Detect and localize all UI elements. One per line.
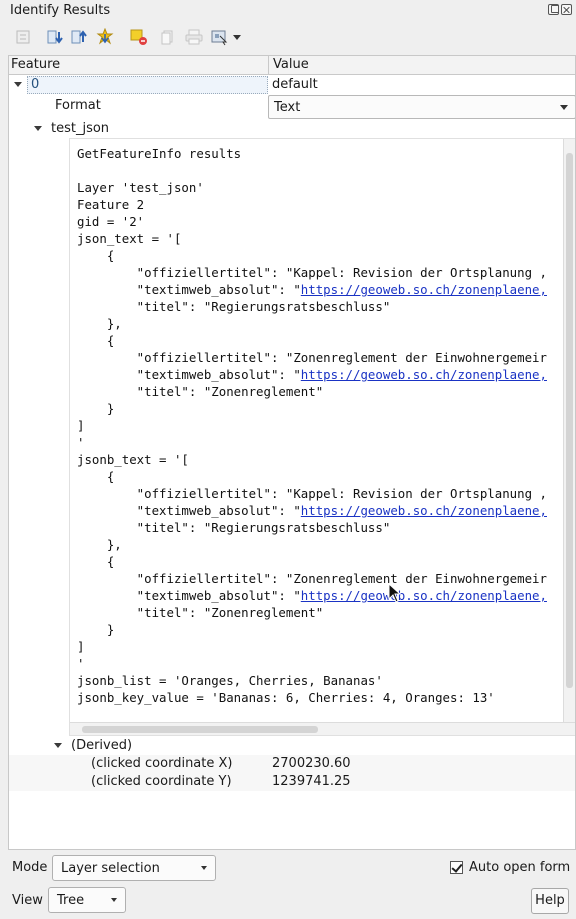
expand-all-icon[interactable] [68, 26, 90, 48]
feature-info-text-view[interactable]: GetFeatureInfo results Layer 'test_json'… [69, 138, 575, 736]
print-icon[interactable] [183, 26, 205, 48]
text-line: ' [77, 656, 85, 671]
select-features-icon[interactable] [210, 26, 244, 48]
text-line: jsonb_list = 'Oranges, Cherries, Bananas… [77, 673, 383, 688]
derived-row[interactable]: (Derived) [9, 737, 575, 755]
clicked-x-value: 2700230.60 [272, 756, 351, 771]
collapse-arrow-icon[interactable] [54, 743, 62, 748]
collapse-all-icon[interactable] [44, 26, 66, 48]
feature-row[interactable]: 0 default [9, 76, 575, 94]
text-line: GetFeatureInfo results [77, 146, 242, 161]
horizontal-scroll-thumb[interactable] [82, 726, 318, 733]
text-line: "offiziellertitel": "Kappel: Revision de… [77, 265, 547, 280]
vertical-scroll-thumb[interactable] [566, 153, 573, 688]
text-line: ] [77, 418, 85, 433]
text-line: "offiziellertitel": "Zonenreglement der … [77, 350, 547, 365]
clicked-y-label: (clicked coordinate Y) [91, 774, 232, 789]
expand-new-results-icon[interactable] [94, 26, 116, 48]
chevron-down-icon [560, 105, 568, 110]
layer-row[interactable]: test_json [9, 120, 575, 138]
view-value: Tree [57, 893, 85, 908]
text-line: { [77, 248, 115, 263]
text-line: } [77, 401, 115, 416]
help-button[interactable]: Help [531, 888, 569, 914]
text-line: "titel": "Regierungsratsbeschluss" [77, 520, 391, 535]
mode-dropdown[interactable]: Layer selection [52, 855, 216, 881]
expand-tree-icon[interactable] [12, 26, 34, 48]
vertical-scrollbar[interactable] [563, 139, 575, 723]
view-dropdown[interactable]: Tree [48, 887, 126, 913]
text-line: "titel": "Zonenreglement" [77, 605, 324, 620]
clicked-x-row[interactable]: (clicked coordinate X) 2700230.60 [9, 755, 575, 773]
text-line: json_text = '[ [77, 231, 182, 246]
feature-info-text: GetFeatureInfo results Layer 'test_json'… [77, 145, 547, 706]
text-line: ' [77, 435, 85, 450]
url-link[interactable]: https://geoweb.so.ch/zonenplaene, [301, 503, 547, 518]
text-line: } [77, 622, 115, 637]
text-line: "textimweb_absolut": "https://geoweb.so.… [77, 503, 547, 518]
feature-value: default [272, 77, 318, 92]
text-line: }, [77, 316, 122, 331]
collapse-arrow-icon[interactable] [14, 82, 22, 87]
format-label: Format [55, 98, 101, 113]
window-title: Identify Results [10, 3, 111, 18]
text-line: "offiziellertitel": "Zonenreglement der … [77, 571, 547, 586]
copy-icon[interactable] [157, 26, 179, 48]
text-line: "titel": "Regierungsratsbeschluss" [77, 299, 391, 314]
clicked-y-value: 1239741.25 [272, 774, 351, 789]
horizontal-scrollbar[interactable] [70, 722, 575, 735]
text-line: ] [77, 639, 85, 654]
title-bar: Identify Results [0, 0, 576, 22]
results-tree[interactable]: Feature Value 0 default Format Text test… [8, 55, 576, 850]
text-line: "titel": "Zonenreglement" [77, 384, 324, 399]
text-line: "textimweb_absolut": "https://geoweb.so.… [77, 367, 547, 382]
text-line: Feature 2 [77, 197, 145, 212]
text-line: "textimweb_absolut": "https://geoweb.so.… [77, 282, 547, 297]
auto-open-form-checkbox[interactable] [450, 861, 463, 874]
value-column-header[interactable]: Value [269, 56, 575, 75]
text-line: { [77, 333, 115, 348]
chevron-down-icon [201, 866, 207, 870]
feature-id: 0 [31, 77, 40, 92]
chevron-down-icon [111, 898, 117, 902]
clicked-x-label: (clicked coordinate X) [91, 756, 233, 771]
text-line: "textimweb_absolut": "https://geoweb.so.… [77, 588, 547, 603]
text-line: }, [77, 537, 122, 552]
mouse-cursor-icon [388, 583, 402, 603]
text-line: jsonb_key_value = 'Bananas: 6, Cherries:… [77, 690, 495, 705]
clicked-y-row[interactable]: (clicked coordinate Y) 1239741.25 [9, 773, 575, 791]
derived-label: (Derived) [71, 738, 133, 753]
feature-id-cell[interactable]: 0 [27, 76, 268, 94]
mode-label: Mode [12, 860, 48, 875]
toolbar [0, 24, 576, 50]
text-line: jsonb_text = '[ [77, 452, 189, 467]
view-label: View [12, 893, 43, 908]
auto-open-form-label[interactable]: Auto open form [469, 860, 570, 875]
collapse-arrow-icon[interactable] [34, 126, 42, 131]
bottom-bar: Mode Layer selection Auto open form View… [0, 850, 576, 919]
url-link[interactable]: https://geoweb.so.ch/zonenplaene, [301, 367, 547, 382]
text-line: "offiziellertitel": "Kappel: Revision de… [77, 486, 547, 501]
feature-column-header[interactable]: Feature [9, 56, 269, 75]
text-line: Layer 'test_json' [77, 180, 204, 195]
url-link[interactable]: https://geoweb.so.ch/zonenplaene, [301, 282, 547, 297]
format-dropdown[interactable]: Text [268, 95, 575, 119]
text-line: gid = '2' [77, 214, 145, 229]
close-panel-icon[interactable] [561, 4, 572, 15]
text-line: { [77, 469, 115, 484]
format-value: Text [274, 100, 301, 115]
mode-value: Layer selection [61, 861, 160, 876]
url-link[interactable]: https://geoweb.so.ch/zonenplaene, [301, 588, 547, 603]
float-panel-icon[interactable] [548, 4, 559, 15]
layer-name: test_json [51, 121, 110, 136]
text-line: { [77, 554, 115, 569]
clear-highlights-icon[interactable] [128, 26, 150, 48]
